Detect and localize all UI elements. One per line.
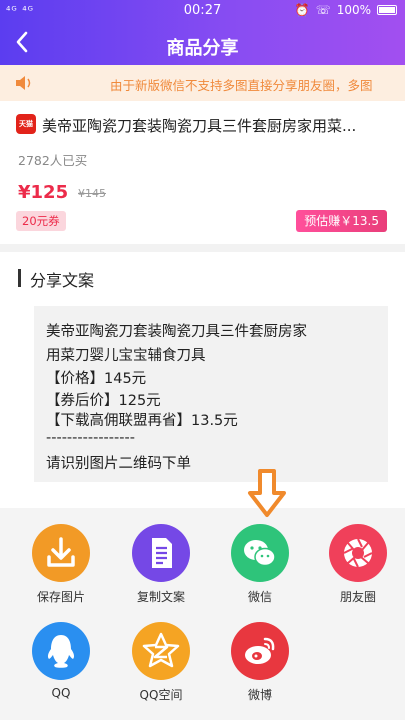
coupon-badge: 20元券: [16, 211, 66, 231]
estimated-earn-badge: 预估赚￥13.5: [296, 210, 387, 232]
share-option-label: QQ空间: [139, 688, 183, 702]
copy-line: 用菜刀婴儿宝宝辅食刀具: [46, 348, 206, 364]
copy-text-button[interactable]: 复制文案: [121, 524, 201, 605]
down-arrow-icon: [247, 469, 287, 519]
save-image-button[interactable]: 保存图片: [21, 524, 101, 605]
copy-line: 【券后价】125元: [46, 393, 161, 409]
share-option-label: 复制文案: [136, 590, 185, 604]
battery-icon: [377, 5, 397, 15]
qzone-share-button[interactable]: QQ空间: [121, 622, 201, 703]
status-bar: ⁴ᴳ ⁴ᴳ 00:27 ⏰ ☏ 100%: [0, 0, 405, 22]
qq-icon: [32, 622, 90, 680]
moments-icon: [329, 524, 387, 582]
wechat-icon: [231, 524, 289, 582]
weibo-share-button[interactable]: 微博: [220, 622, 300, 703]
product-price: ¥125: [18, 182, 69, 203]
call-icon: ☏: [315, 3, 331, 17]
copy-line: 【价格】145元: [46, 371, 147, 387]
notice-text: 由于新版微信不支持多图直接分享朋友圈，多图: [110, 78, 373, 93]
weibo-icon: [231, 622, 289, 680]
section-marker: [18, 269, 21, 287]
share-option-label: 微博: [247, 688, 272, 702]
qzone-icon: [132, 622, 190, 680]
copy-line: 【下载高佣联盟再省】13.5元: [46, 413, 238, 429]
tmall-icon: 天猫: [16, 114, 36, 134]
notice-banner: 由于新版微信不支持多图直接分享朋友圈，多图: [0, 65, 405, 101]
share-option-label: QQ: [51, 686, 71, 700]
product-title: 美帝亚陶瓷刀套装陶瓷刀具三件套厨房家用菜...: [42, 117, 357, 135]
wechat-share-button[interactable]: 微信: [220, 524, 300, 605]
copy-line: 请识别图片二维码下单: [46, 456, 191, 472]
copy-line: 美帝亚陶瓷刀套装陶瓷刀具三件套厨房家: [46, 324, 307, 340]
page-title: 商品分享: [166, 38, 239, 59]
speaker-icon: [16, 76, 31, 90]
section-title: 分享文案: [30, 271, 95, 290]
alarm-icon: ⏰: [294, 3, 310, 17]
battery-percent: 100%: [336, 3, 371, 17]
qq-share-button[interactable]: QQ: [21, 622, 101, 700]
sold-count: 2782人已买: [18, 153, 88, 168]
download-icon: [32, 524, 90, 582]
share-option-label: 微信: [247, 590, 272, 604]
share-option-label: 保存图片: [36, 590, 85, 604]
original-price: ¥145: [78, 187, 106, 200]
moments-share-button[interactable]: 朋友圈: [318, 524, 398, 605]
share-option-label: 朋友圈: [339, 590, 376, 604]
document-icon: [132, 524, 190, 582]
copy-line: -----------------: [46, 430, 135, 446]
